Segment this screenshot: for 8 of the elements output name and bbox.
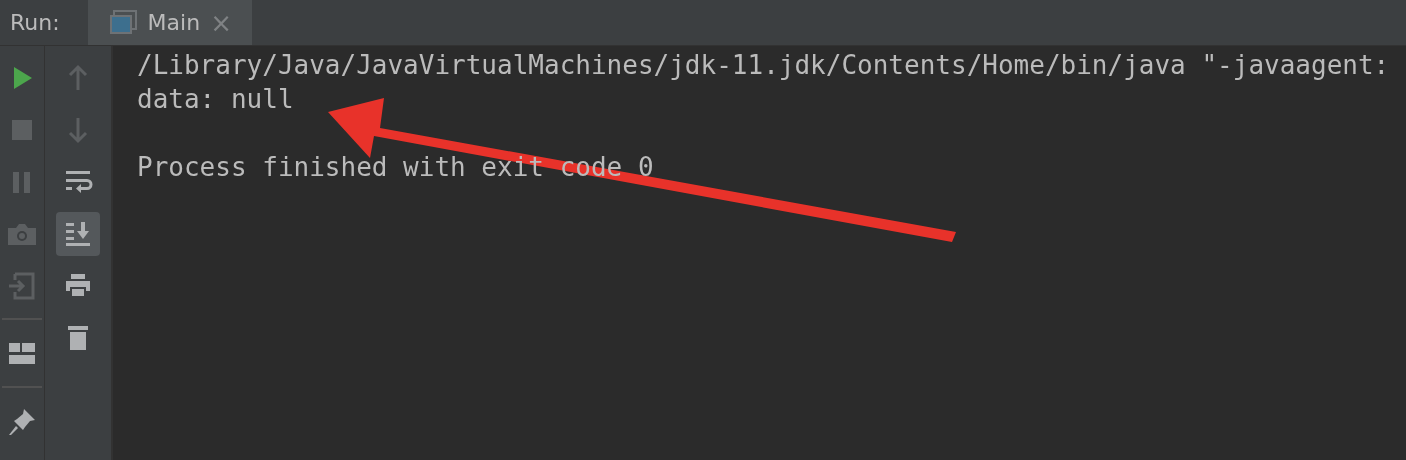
console-tab[interactable]: Main × — [87, 0, 252, 45]
window-icon — [109, 9, 138, 36]
panel-label: Run: — [9, 9, 61, 37]
pin-icon[interactable] — [7, 407, 37, 437]
scroll-to-end-icon[interactable] — [63, 219, 93, 249]
console-line: /Library/Java/JavaVirtualMachines/jdk-11.jdk/Contents/Home/bin/java "-javaagent: — [137, 50, 1390, 80]
toggle-button[interactable] — [56, 212, 100, 256]
console-line: data: null — [137, 84, 294, 114]
